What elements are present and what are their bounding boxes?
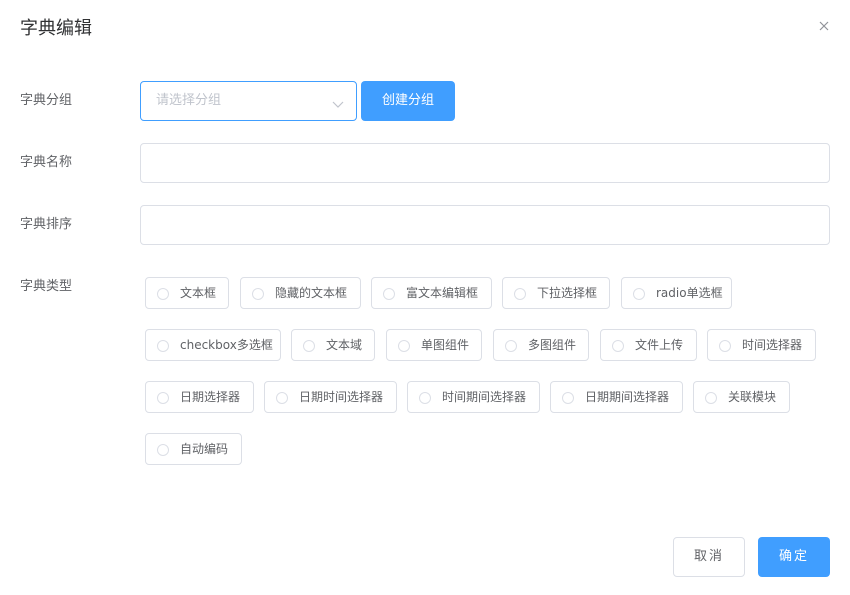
radio-circle-icon	[612, 340, 624, 352]
radio-circle-icon	[157, 392, 169, 404]
type-option[interactable]: 日期时间选择器	[264, 381, 397, 413]
close-icon[interactable]	[816, 18, 832, 34]
type-label: 字典类型	[20, 279, 73, 294]
name-label: 字典名称	[20, 155, 73, 170]
sort-label: 字典排序	[20, 217, 73, 232]
radio-circle-icon	[276, 392, 288, 404]
type-option-label: 日期期间选择器	[585, 390, 670, 404]
dict-edit-dialog: 字典编辑 字典分组 请选择分组 创建分组 字典名称 字典排序 字典类型 文本框 …	[0, 0, 850, 595]
radio-circle-icon	[157, 288, 169, 300]
type-option-label: 单图组件	[421, 338, 470, 352]
radio-circle-icon	[705, 392, 717, 404]
type-option[interactable]: 文本域	[291, 329, 375, 361]
radio-circle-icon	[252, 288, 264, 300]
type-option[interactable]: 富文本编辑框	[371, 277, 492, 309]
type-option[interactable]: radio单选框	[621, 277, 732, 309]
type-option-label: 文本域	[326, 338, 363, 352]
type-option[interactable]: 隐藏的文本框	[240, 277, 361, 309]
radio-circle-icon	[157, 340, 169, 352]
type-option-label: 时间选择器	[742, 338, 803, 352]
type-option[interactable]: 下拉选择框	[502, 277, 610, 309]
type-option-label: 多图组件	[528, 338, 577, 352]
radio-circle-icon	[383, 288, 395, 300]
group-select-placeholder: 请选择分组	[156, 93, 222, 108]
confirm-button[interactable]: 确定	[758, 537, 830, 577]
type-option-label: 时间期间选择器	[442, 390, 527, 404]
dialog-title: 字典编辑	[20, 18, 92, 39]
type-option-label: 下拉选择框	[537, 286, 598, 300]
cancel-button[interactable]: 取消	[673, 537, 745, 577]
chevron-down-icon	[332, 95, 344, 108]
sort-input[interactable]	[140, 205, 830, 245]
radio-circle-icon	[303, 340, 315, 352]
type-option-label: checkbox多选框	[180, 338, 273, 352]
radio-circle-icon	[562, 392, 574, 404]
radio-circle-icon	[719, 340, 731, 352]
type-option-label: 关联模块	[728, 390, 777, 404]
type-option[interactable]: 自动编码	[145, 433, 242, 465]
type-option[interactable]: 时间期间选择器	[407, 381, 540, 413]
group-label: 字典分组	[20, 93, 73, 108]
type-option-label: radio单选框	[656, 286, 723, 300]
type-option[interactable]: 文本框	[145, 277, 229, 309]
type-option[interactable]: 文件上传	[600, 329, 697, 361]
type-option-label: 富文本编辑框	[406, 286, 479, 300]
type-option[interactable]: 多图组件	[493, 329, 589, 361]
type-option-label: 文本框	[180, 286, 217, 300]
type-option[interactable]: 单图组件	[386, 329, 482, 361]
radio-circle-icon	[419, 392, 431, 404]
group-select[interactable]: 请选择分组	[140, 81, 357, 121]
type-option[interactable]: checkbox多选框	[145, 329, 281, 361]
radio-circle-icon	[633, 288, 645, 300]
type-option[interactable]: 日期选择器	[145, 381, 254, 413]
type-option-label: 日期时间选择器	[299, 390, 384, 404]
type-option-label: 隐藏的文本框	[275, 286, 348, 300]
radio-circle-icon	[398, 340, 410, 352]
radio-circle-icon	[514, 288, 526, 300]
type-option[interactable]: 关联模块	[693, 381, 790, 413]
type-option[interactable]: 时间选择器	[707, 329, 816, 361]
type-option-label: 文件上传	[635, 338, 684, 352]
create-group-button[interactable]: 创建分组	[361, 81, 455, 121]
radio-circle-icon	[505, 340, 517, 352]
type-option[interactable]: 日期期间选择器	[550, 381, 683, 413]
radio-circle-icon	[157, 444, 169, 456]
type-option-label: 日期选择器	[180, 390, 241, 404]
name-input[interactable]	[140, 143, 830, 183]
type-option-label: 自动编码	[180, 442, 229, 456]
